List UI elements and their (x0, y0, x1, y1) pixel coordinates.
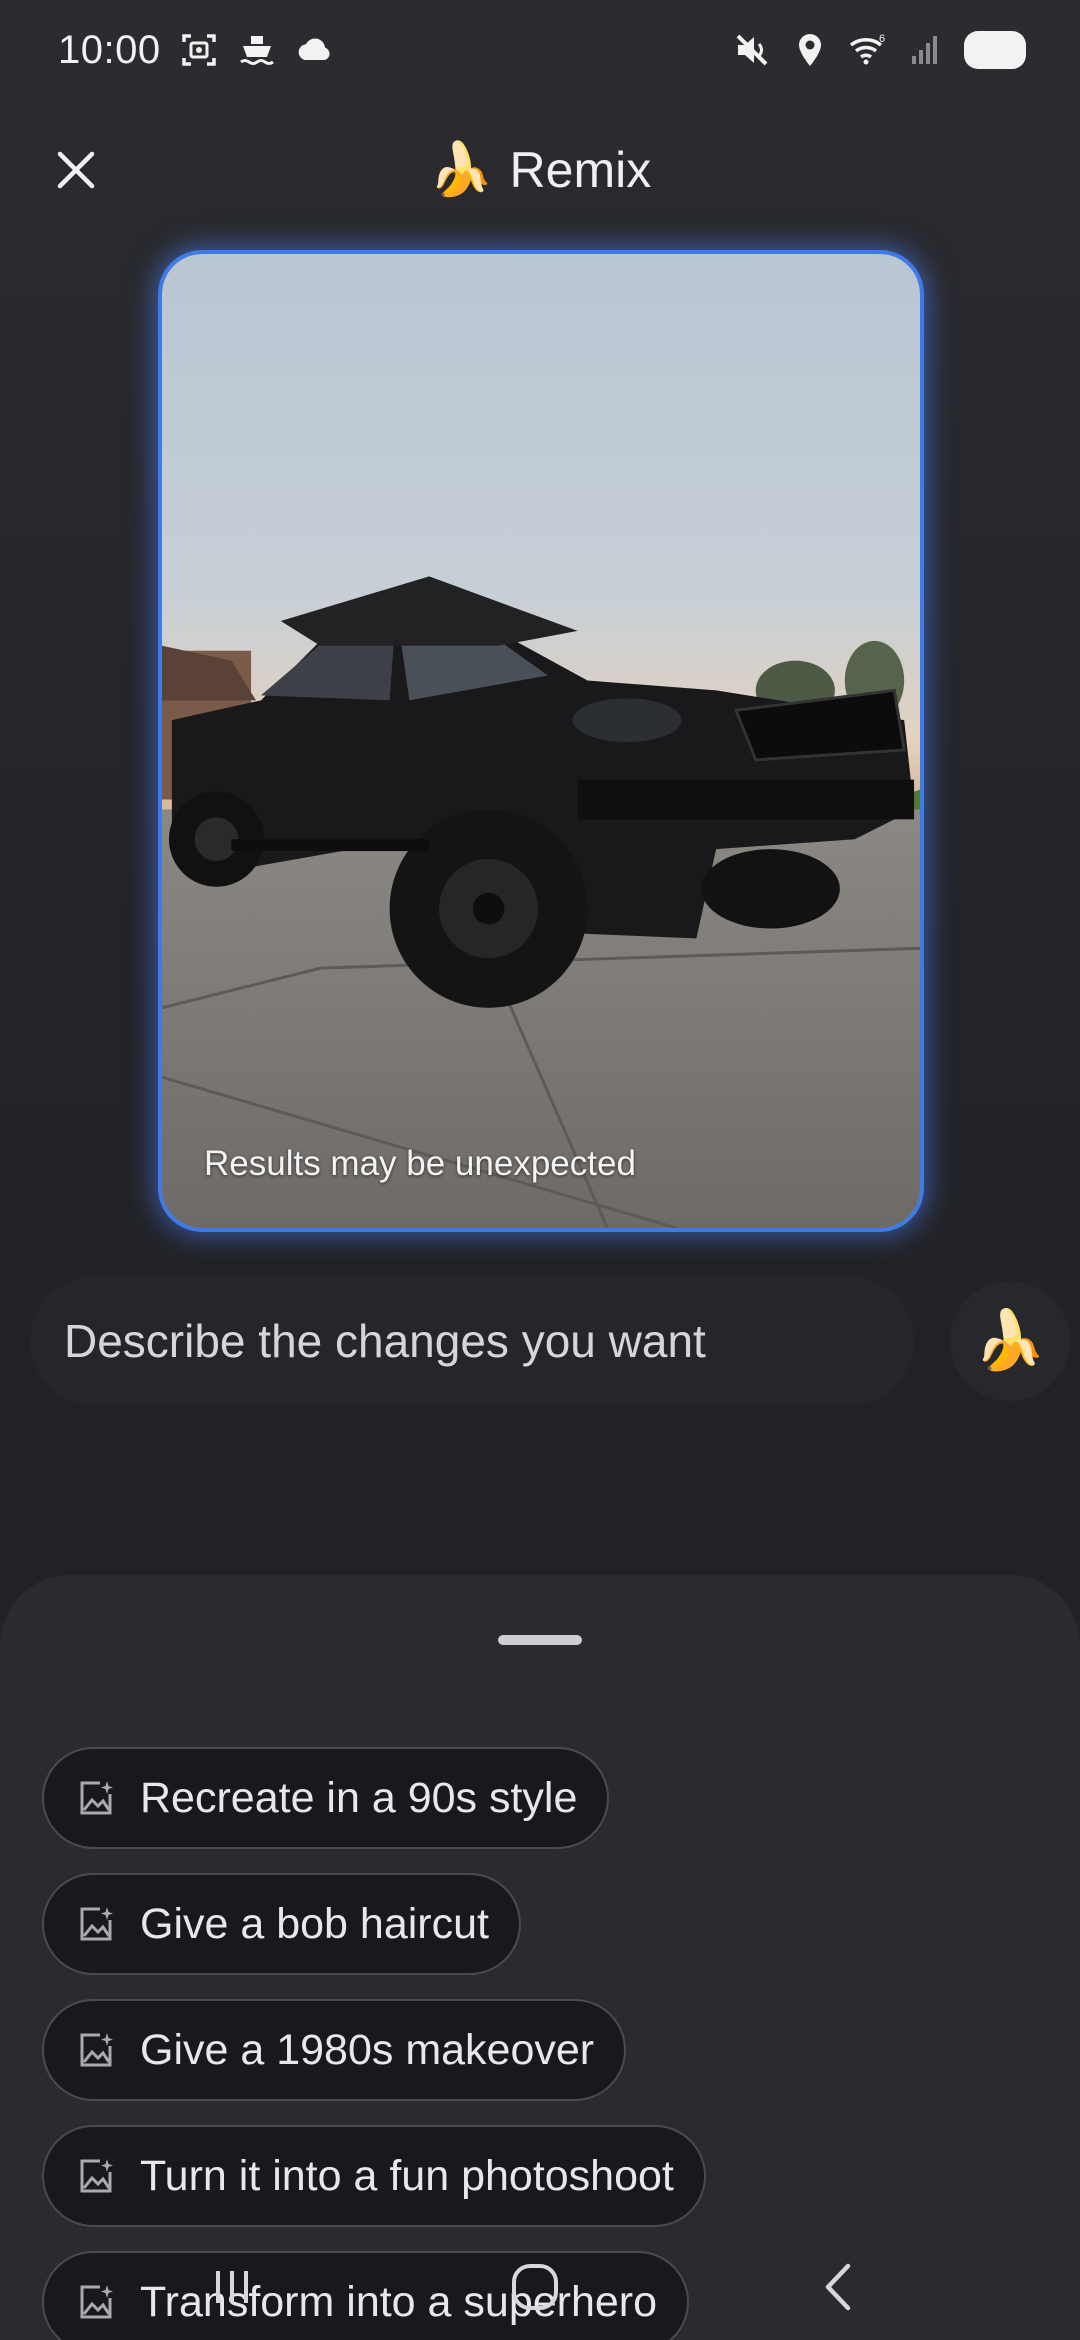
prompt-row: 🍌 (30, 1276, 1070, 1406)
ai-image-icon (80, 2159, 113, 2193)
page-title: Remix (509, 142, 652, 198)
ai-image-icon (80, 2033, 113, 2067)
suggestion-label: Turn it into a fun photoshoot (140, 2151, 674, 2200)
battery-icon (964, 31, 1026, 69)
wifi-6-icon: 6 (849, 33, 885, 65)
ferry-icon (239, 36, 274, 65)
clock: 10:00 (58, 27, 161, 72)
truck-photo (162, 254, 920, 1228)
suggestion-chip[interactable]: Give a bob haircut (42, 1873, 521, 1975)
location-icon (799, 34, 821, 66)
signal-icon (912, 36, 937, 64)
remix-screen: 10:00 6 🍌 Remix Results may be unexpecte… (0, 0, 1080, 2340)
results-disclaimer: Results may be unexpected (204, 1144, 636, 1183)
suggestion-label: Give a bob haircut (140, 1899, 489, 1948)
suggestion-label: Recreate in a 90s style (140, 1773, 578, 1822)
close-button[interactable] (44, 138, 108, 202)
close-icon (57, 151, 95, 189)
svg-text:6: 6 (879, 33, 885, 45)
back-icon (825, 2263, 851, 2311)
generate-button[interactable]: 🍌 (950, 1281, 1070, 1401)
cloud-icon (298, 38, 330, 60)
suggestion-chip[interactable]: Give a 1980s makeover (42, 1999, 627, 2101)
suggestion-chip[interactable]: Recreate in a 90s style (42, 1747, 610, 1849)
banana-icon: 🍌 (428, 141, 494, 199)
recents-button[interactable] (192, 2252, 272, 2322)
home-icon (512, 2264, 558, 2310)
back-button[interactable] (798, 2252, 878, 2322)
suggestion-chip[interactable]: Turn it into a fun photoshoot (42, 2125, 706, 2227)
header: 🍌 Remix (0, 120, 1080, 220)
ai-image-icon (80, 1781, 113, 1815)
sheet-drag-handle[interactable] (498, 1635, 582, 1645)
status-left: 10:00 (58, 28, 335, 73)
source-image-card[interactable]: Results may be unexpected (158, 250, 924, 1232)
ai-image-icon (80, 1907, 113, 1941)
suggestion-label: Give a 1980s makeover (140, 2025, 595, 2074)
home-button[interactable] (495, 2252, 575, 2322)
mute-icon (736, 34, 768, 66)
status-bar: 10:00 6 (0, 0, 1080, 100)
status-right: 6 (732, 30, 1026, 70)
screenshot-icon (181, 34, 216, 66)
prompt-input[interactable] (30, 1276, 914, 1406)
title-wrap: 🍌 Remix (429, 141, 651, 199)
recents-icon (216, 2271, 248, 2303)
navigation-bar (0, 2230, 1080, 2340)
suggestions-sheet: Recreate in a 90s style Give a bob hairc… (0, 1575, 1080, 2340)
banana-send-icon: 🍌 (973, 1308, 1047, 1373)
